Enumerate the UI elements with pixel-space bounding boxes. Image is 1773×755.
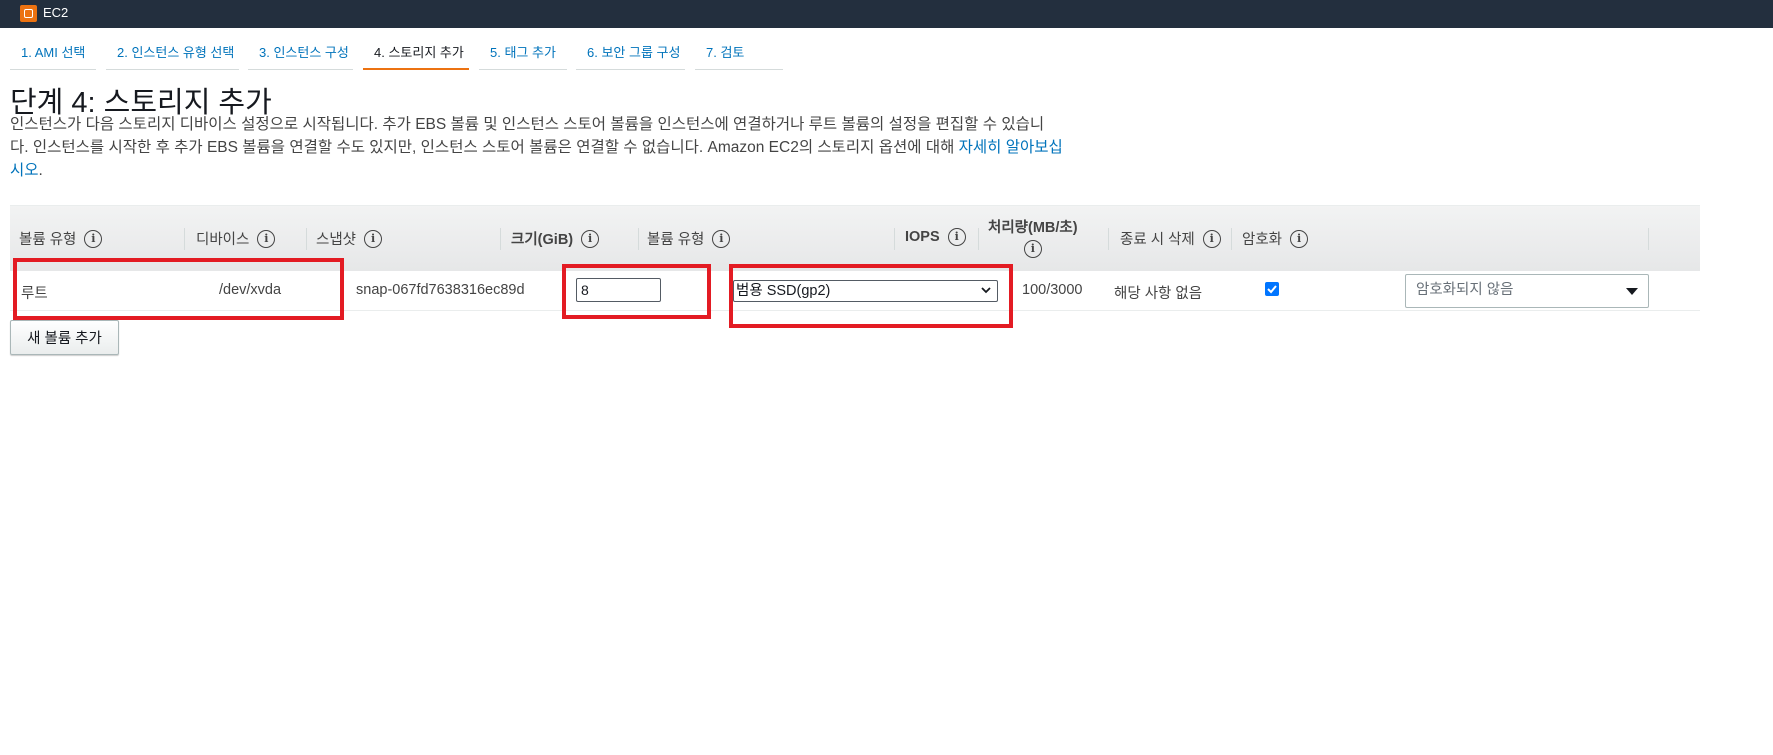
tab-instance-config[interactable]: 3. 인스턴스 구성: [248, 42, 353, 70]
page-description: 인스턴스가 다음 스토리지 디바이스 설정으로 시작됩니다. 추가 EBS 볼륨…: [10, 113, 1140, 182]
tab-review[interactable]: 7. 검토: [695, 42, 783, 70]
info-icon[interactable]: i: [364, 229, 383, 248]
header-label: 볼륨 유형: [647, 232, 705, 248]
column-divider: [1648, 228, 1649, 250]
encryption-select[interactable]: 암호화되지 않음: [1405, 274, 1649, 308]
header-throughput: 처리량(MB/초) i: [988, 216, 1078, 258]
header-label: 디바이스: [196, 232, 250, 248]
header-label: 종료 시 삭제: [1120, 232, 1195, 248]
header-label: 암호화: [1242, 232, 1283, 248]
ec2-logo-icon: [20, 5, 37, 22]
storage-table-header: 볼륨 유형 i 디바이스 i 스냅샷 i 크기(GiB) i 볼륨 유형 i I…: [10, 205, 1700, 271]
volume-type-selected: 범용 SSD(gp2): [736, 283, 831, 299]
column-divider: [500, 228, 501, 250]
description-line-2: 다. 인스턴스를 시작한 후 추가 EBS 볼륨을 연결할 수도 있지만, 인스…: [10, 136, 1140, 159]
header-device: 디바이스 i: [196, 228, 276, 249]
info-icon[interactable]: i: [1290, 229, 1309, 248]
header-size: 크기(GiB) i: [511, 228, 600, 249]
info-icon[interactable]: i: [947, 228, 966, 246]
column-divider: [894, 228, 895, 250]
info-icon[interactable]: i: [257, 229, 276, 248]
description-period: .: [38, 162, 43, 179]
column-divider: [978, 228, 979, 250]
encryption-selected: 암호화되지 않음: [1416, 282, 1514, 298]
header-label-wrap: 처리량(MB/초) i: [988, 216, 1078, 258]
column-divider: [306, 228, 307, 250]
cell-snapshot: snap-067fd7638316ec89d: [356, 282, 525, 298]
header-snapshot: 스냅샷 i: [316, 228, 383, 249]
column-divider: [638, 228, 639, 250]
header-volume-type: 볼륨 유형 i: [19, 228, 103, 249]
cell-iops: 100/3000: [1022, 282, 1083, 298]
checkmark-icon: [1267, 285, 1277, 294]
tab-instance-type[interactable]: 2. 인스턴스 유형 선택: [106, 42, 239, 70]
tab-ami[interactable]: 1. AMI 선택: [10, 42, 96, 70]
description-text: 다. 인스턴스를 시작한 후 추가 EBS 볼륨을 연결할 수도 있지만, 인스…: [10, 139, 959, 156]
info-icon[interactable]: i: [1202, 229, 1221, 248]
caret-down-icon: [1626, 288, 1638, 295]
volume-type-select[interactable]: 범용 SSD(gp2): [733, 280, 998, 302]
tab-storage[interactable]: 4. 스토리지 추가: [363, 42, 469, 70]
header-label: 볼륨 유형: [19, 232, 77, 248]
cell-volume-type: 루트: [21, 286, 48, 302]
learn-more-link-continued[interactable]: 시오: [10, 162, 39, 179]
tab-security-group[interactable]: 6. 보안 그룹 구성: [576, 42, 685, 70]
chevron-down-icon: [981, 287, 991, 294]
info-icon[interactable]: i: [712, 229, 731, 248]
header-iops: IOPS i: [905, 228, 966, 246]
wizard-steps: 1. AMI 선택 2. 인스턴스 유형 선택 3. 인스턴스 구성 4. 스토…: [0, 28, 900, 70]
add-volume-button[interactable]: 새 볼륨 추가: [10, 320, 119, 355]
info-icon[interactable]: i: [581, 229, 600, 248]
top-nav-bar: EC2: [0, 0, 1773, 28]
info-icon[interactable]: i: [1023, 240, 1042, 258]
cell-throughput: 해당 사항 없음: [1114, 286, 1203, 302]
column-divider: [1231, 228, 1232, 250]
cell-device: /dev/xvda: [219, 282, 282, 298]
header-label: IOPS: [905, 229, 940, 245]
delete-on-termination-checkbox[interactable]: [1265, 282, 1279, 296]
size-input[interactable]: [576, 278, 661, 302]
header-ebs-volume-type: 볼륨 유형 i: [647, 228, 731, 249]
info-icon[interactable]: i: [84, 229, 103, 248]
header-label: 크기(GiB): [511, 232, 574, 248]
column-divider: [1108, 228, 1109, 250]
header-delete-on-termination: 종료 시 삭제 i: [1120, 228, 1221, 249]
learn-more-link[interactable]: 자세히 알아보십: [959, 139, 1063, 156]
column-divider: [184, 228, 185, 250]
header-encryption: 암호화 i: [1242, 228, 1309, 249]
header-label: 처리량(MB/초): [988, 220, 1078, 236]
description-line-3: 시오.: [10, 159, 1140, 182]
app-title: EC2: [43, 5, 69, 20]
header-label: 스냅샷: [316, 232, 357, 248]
description-line-1: 인스턴스가 다음 스토리지 디바이스 설정으로 시작됩니다. 추가 EBS 볼륨…: [10, 116, 1045, 133]
tab-tags[interactable]: 5. 태그 추가: [479, 42, 567, 70]
